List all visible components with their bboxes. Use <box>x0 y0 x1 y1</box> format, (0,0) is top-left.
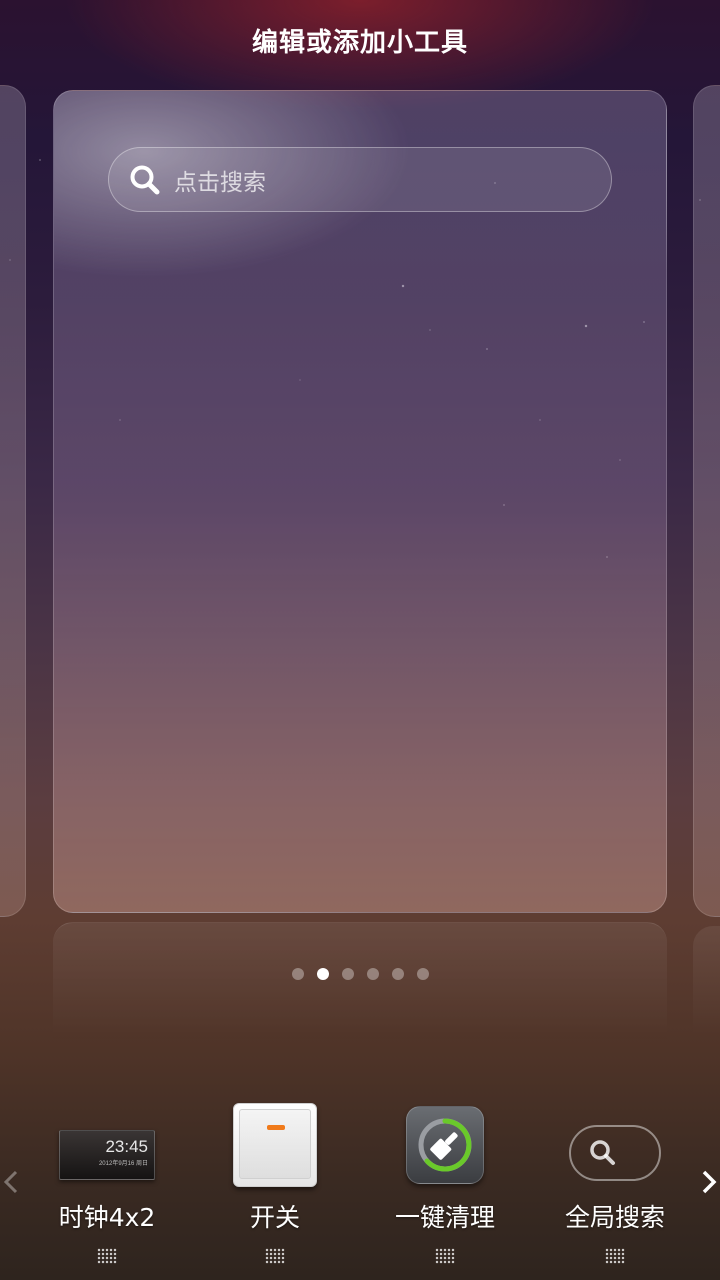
widget-global-search[interactable]: 全局搜索 <box>530 1100 700 1270</box>
drag-handle-icon <box>605 1248 625 1264</box>
page-title: 编辑或添加小工具 <box>251 28 468 58</box>
search-pill-icon <box>569 1100 661 1190</box>
widget-label: 全局搜索 <box>564 1203 665 1232</box>
clock-widget-icon: 23:45 2012年9月16 周日 <box>59 1100 155 1190</box>
search-icon <box>130 165 160 194</box>
page-dot[interactable] <box>366 968 379 980</box>
next-screen-preview[interactable] <box>693 85 720 917</box>
drag-handle-icon <box>97 1248 117 1264</box>
clock-preview-time: 23:45 <box>105 1137 148 1156</box>
toggle-switch-icon <box>233 1100 317 1190</box>
current-screen-preview[interactable] <box>53 90 667 913</box>
next-screen-reflection <box>693 926 720 1036</box>
clock-preview-date: 2012年9月16 周日 <box>98 1161 148 1167</box>
page-dot[interactable] <box>391 968 404 980</box>
search-widget-bar[interactable]: 点击搜索 <box>108 147 612 212</box>
drag-handle-icon <box>265 1248 285 1264</box>
chevron-left-icon[interactable] <box>0 1166 24 1198</box>
page-indicator <box>0 968 720 980</box>
widget-clock-4x2[interactable]: 23:45 2012年9月16 周日 时钟4x2 <box>22 1100 192 1270</box>
widget-switch[interactable]: 开关 <box>190 1100 360 1270</box>
widget-label: 一键清理 <box>394 1203 495 1232</box>
previous-screen-preview[interactable] <box>0 85 26 917</box>
search-placeholder: 点击搜索 <box>174 169 266 196</box>
page-dot[interactable] <box>316 968 329 980</box>
page-dot[interactable] <box>341 968 354 980</box>
broom-clean-icon <box>406 1100 484 1190</box>
widget-label: 时钟4x2 <box>58 1203 156 1232</box>
screen-preview-reflection <box>53 922 667 1042</box>
widget-label: 开关 <box>249 1203 300 1232</box>
page-dot[interactable] <box>291 968 304 980</box>
page-dot[interactable] <box>416 968 429 980</box>
widget-one-key-clean[interactable]: 一键清理 <box>360 1100 530 1270</box>
drag-handle-icon <box>435 1248 455 1264</box>
